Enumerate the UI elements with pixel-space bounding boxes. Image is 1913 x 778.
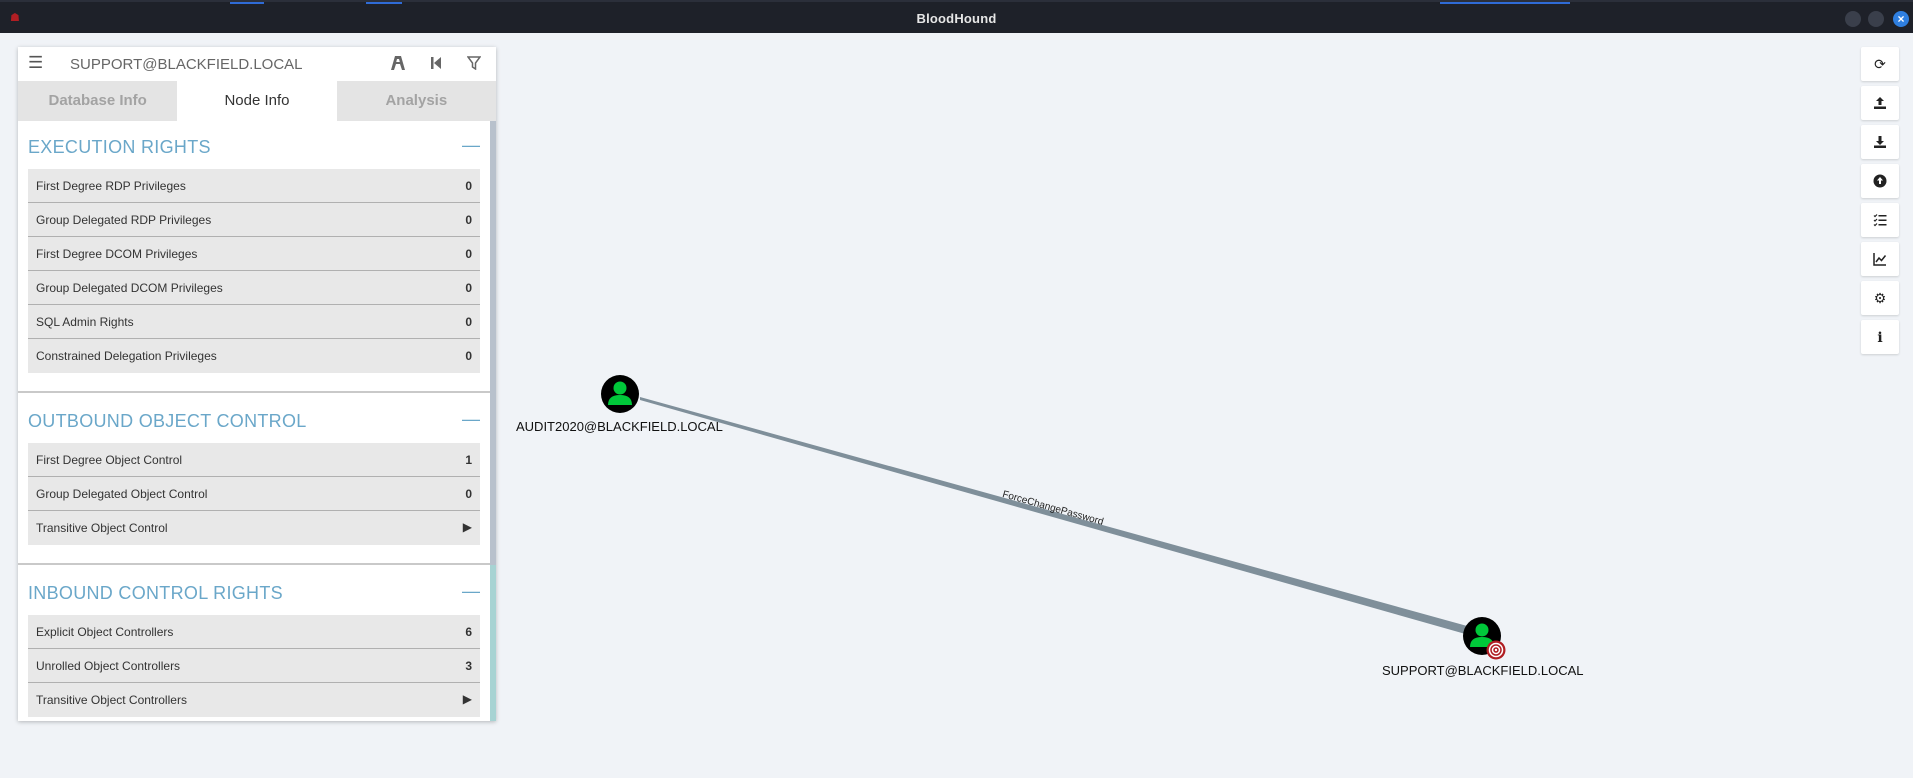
- row-value: 0: [465, 247, 472, 261]
- refresh-button[interactable]: ⟳: [1861, 47, 1899, 81]
- row-value: 0: [465, 315, 472, 329]
- row-value: 6: [465, 625, 472, 639]
- maximize-button[interactable]: [1868, 11, 1884, 27]
- queries-button[interactable]: [1861, 203, 1899, 237]
- list-item[interactable]: Constrained Delegation Privileges 0: [28, 339, 480, 373]
- list-item[interactable]: First Degree RDP Privileges 0: [28, 169, 480, 203]
- list-item[interactable]: First Degree DCOM Privileges 0: [28, 237, 480, 271]
- row-label: Constrained Delegation Privileges: [36, 349, 217, 363]
- import-button[interactable]: [1861, 125, 1899, 159]
- section-title: INBOUND CONTROL RIGHTS: [28, 583, 283, 603]
- close-icon: ×: [1897, 12, 1905, 26]
- row-value: 3: [465, 659, 472, 673]
- window-titlebar: ☗ BloodHound ×: [0, 0, 1913, 33]
- row-label: Group Delegated RDP Privileges: [36, 213, 212, 227]
- download-icon: [1874, 136, 1886, 148]
- search-input[interactable]: SUPPORT@BLACKFIELD.LOCAL: [70, 56, 303, 73]
- row-value: 0: [465, 487, 472, 501]
- row-value: 1: [465, 453, 472, 467]
- section-header[interactable]: EXECUTION RIGHTS —: [18, 121, 490, 169]
- taskbar-indicator: [230, 2, 264, 4]
- list-item[interactable]: Transitive Object Control ▶: [28, 511, 480, 545]
- node-info-content[interactable]: EXECUTION RIGHTS — First Degree RDP Priv…: [18, 121, 496, 721]
- refresh-icon: ⟳: [1874, 56, 1886, 72]
- section-outbound-object-control: OUTBOUND OBJECT CONTROL — First Degree O…: [18, 395, 490, 545]
- row-label: Group Delegated Object Control: [36, 487, 208, 501]
- right-toolbar: ⟳ ⚙ i: [1861, 47, 1899, 359]
- query-list-icon: [1873, 214, 1887, 227]
- close-button[interactable]: ×: [1893, 11, 1909, 27]
- row-label: Transitive Object Controllers: [36, 693, 187, 707]
- expand-arrow-icon[interactable]: ▶: [463, 692, 472, 706]
- collapse-icon[interactable]: —: [462, 135, 480, 155]
- taskbar-indicator: [1440, 2, 1570, 4]
- list-item[interactable]: First Degree Object Control 1: [28, 443, 480, 477]
- section-title: OUTBOUND OBJECT CONTROL: [28, 411, 307, 431]
- user-node-audit2020[interactable]: [601, 375, 639, 413]
- panel-tabs: Database Info Node Info Analysis: [18, 81, 496, 121]
- section-divider: [18, 563, 490, 565]
- list-item[interactable]: Explicit Object Controllers 6: [28, 615, 480, 649]
- import-icon: [1873, 174, 1887, 188]
- window-title: BloodHound: [916, 11, 997, 26]
- node-info-panel: ☰ SUPPORT@BLACKFIELD.LOCAL Database Info…: [18, 47, 496, 721]
- filter-icon[interactable]: [464, 53, 484, 73]
- list-item[interactable]: Transitive Object Controllers ▶: [28, 683, 480, 717]
- row-label: Unrolled Object Controllers: [36, 659, 181, 673]
- stats-button[interactable]: [1861, 242, 1899, 276]
- section-inbound-control-rights: INBOUND CONTROL RIGHTS — Explicit Object…: [18, 567, 490, 717]
- row-label: Explicit Object Controllers: [36, 625, 174, 639]
- tab-database-info[interactable]: Database Info: [18, 81, 178, 121]
- row-value: 0: [465, 213, 472, 227]
- row-label: First Degree Object Control: [36, 453, 183, 467]
- pathfinding-icon[interactable]: [388, 53, 408, 73]
- chart-icon: [1873, 253, 1887, 266]
- settings-button[interactable]: ⚙: [1861, 281, 1899, 315]
- section-execution-rights: EXECUTION RIGHTS — First Degree RDP Priv…: [18, 121, 490, 373]
- back-icon[interactable]: [426, 53, 446, 73]
- section-header[interactable]: INBOUND CONTROL RIGHTS —: [18, 567, 490, 615]
- collapse-icon[interactable]: —: [462, 581, 480, 601]
- settings-icon: ⚙: [1873, 290, 1887, 306]
- list-item[interactable]: Unrolled Object Controllers 3: [28, 649, 480, 683]
- upload-data-button[interactable]: [1861, 164, 1899, 198]
- row-value: 0: [465, 349, 472, 363]
- export-button[interactable]: [1861, 86, 1899, 120]
- force-change-password-edge[interactable]: [640, 397, 1478, 637]
- search-bar: ☰ SUPPORT@BLACKFIELD.LOCAL: [18, 47, 496, 81]
- scroll-region-indicator: [490, 565, 496, 721]
- section-title: EXECUTION RIGHTS: [28, 137, 211, 157]
- row-label: First Degree DCOM Privileges: [36, 247, 198, 261]
- upload-icon: [1874, 97, 1886, 109]
- row-value: 0: [465, 179, 472, 193]
- row-label: First Degree RDP Privileges: [36, 179, 186, 193]
- scrollbar-thumb[interactable]: [490, 121, 496, 565]
- node-label-support: SUPPORT@BLACKFIELD.LOCAL: [1382, 663, 1584, 678]
- section-header[interactable]: OUTBOUND OBJECT CONTROL —: [18, 395, 490, 443]
- node-label-audit2020: AUDIT2020@BLACKFIELD.LOCAL: [516, 419, 723, 434]
- minimize-button[interactable]: [1845, 11, 1861, 27]
- collapse-icon[interactable]: —: [462, 409, 480, 429]
- about-button[interactable]: i: [1861, 320, 1899, 354]
- row-label: Transitive Object Control: [36, 521, 168, 535]
- user-icon: [608, 381, 632, 405]
- list-item[interactable]: Group Delegated Object Control 0: [28, 477, 480, 511]
- tab-node-info[interactable]: Node Info: [177, 81, 337, 121]
- section-divider: [18, 391, 490, 393]
- expand-arrow-icon[interactable]: ▶: [463, 520, 472, 534]
- row-value: 0: [465, 281, 472, 295]
- row-label: Group Delegated DCOM Privileges: [36, 281, 223, 295]
- target-icon: [1486, 640, 1506, 660]
- list-item[interactable]: SQL Admin Rights 0: [28, 305, 480, 339]
- tab-analysis[interactable]: Analysis: [336, 81, 496, 121]
- list-item[interactable]: Group Delegated DCOM Privileges 0: [28, 271, 480, 305]
- list-item[interactable]: Group Delegated RDP Privileges 0: [28, 203, 480, 237]
- taskbar-indicator: [366, 2, 402, 4]
- row-label: SQL Admin Rights: [36, 315, 134, 329]
- menu-icon[interactable]: ☰: [28, 54, 46, 72]
- info-icon: i: [1877, 330, 1883, 346]
